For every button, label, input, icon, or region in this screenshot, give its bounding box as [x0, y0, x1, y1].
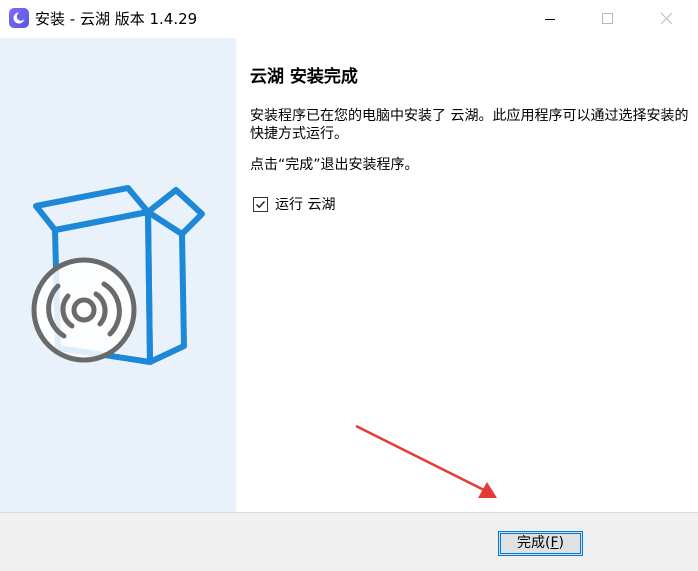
window-title: 安装 - 云湖 版本 1.4.29	[35, 10, 198, 28]
side-banner	[0, 38, 236, 512]
maximize-button[interactable]	[579, 0, 637, 38]
title-bar: 安装 - 云湖 版本 1.4.29	[0, 0, 698, 38]
checkmark-icon	[256, 200, 266, 208]
finish-label: 完成(	[517, 535, 551, 551]
content-panel: 云湖 安装完成 安装程序已在您的电脑中安装了 云湖。此应用程序可以通过选择安装的…	[236, 38, 698, 512]
completion-message: 安装程序已在您的电脑中安装了 云湖。此应用程序可以通过选择安装的快捷方式运行。	[250, 108, 689, 142]
button-bar: 完成(F)	[0, 512, 698, 571]
run-app-label[interactable]: 运行 云湖	[275, 194, 335, 214]
run-app-checkbox[interactable]	[253, 196, 268, 212]
close-icon	[660, 12, 673, 25]
installer-box-disc-icon	[31, 185, 205, 365]
finish-accelerator: F	[550, 535, 559, 551]
installer-window: 安装 - 云湖 版本 1.4.29 云湖 安装完成 安装程序已在您的电脑中安装了…	[0, 0, 698, 571]
finish-button[interactable]: 完成(F)	[498, 531, 583, 556]
finish-instruction: 点击“完成”退出安装程序。	[250, 157, 419, 173]
yunhu-app-icon	[9, 8, 29, 28]
page-heading: 云湖 安装完成	[250, 67, 358, 87]
minimize-icon	[545, 19, 555, 20]
run-app-option[interactable]: 运行 云湖	[253, 195, 335, 213]
minimize-button[interactable]	[521, 0, 579, 38]
finish-label-end: )	[558, 535, 564, 551]
close-button[interactable]	[637, 0, 695, 38]
maximize-icon	[602, 13, 613, 24]
